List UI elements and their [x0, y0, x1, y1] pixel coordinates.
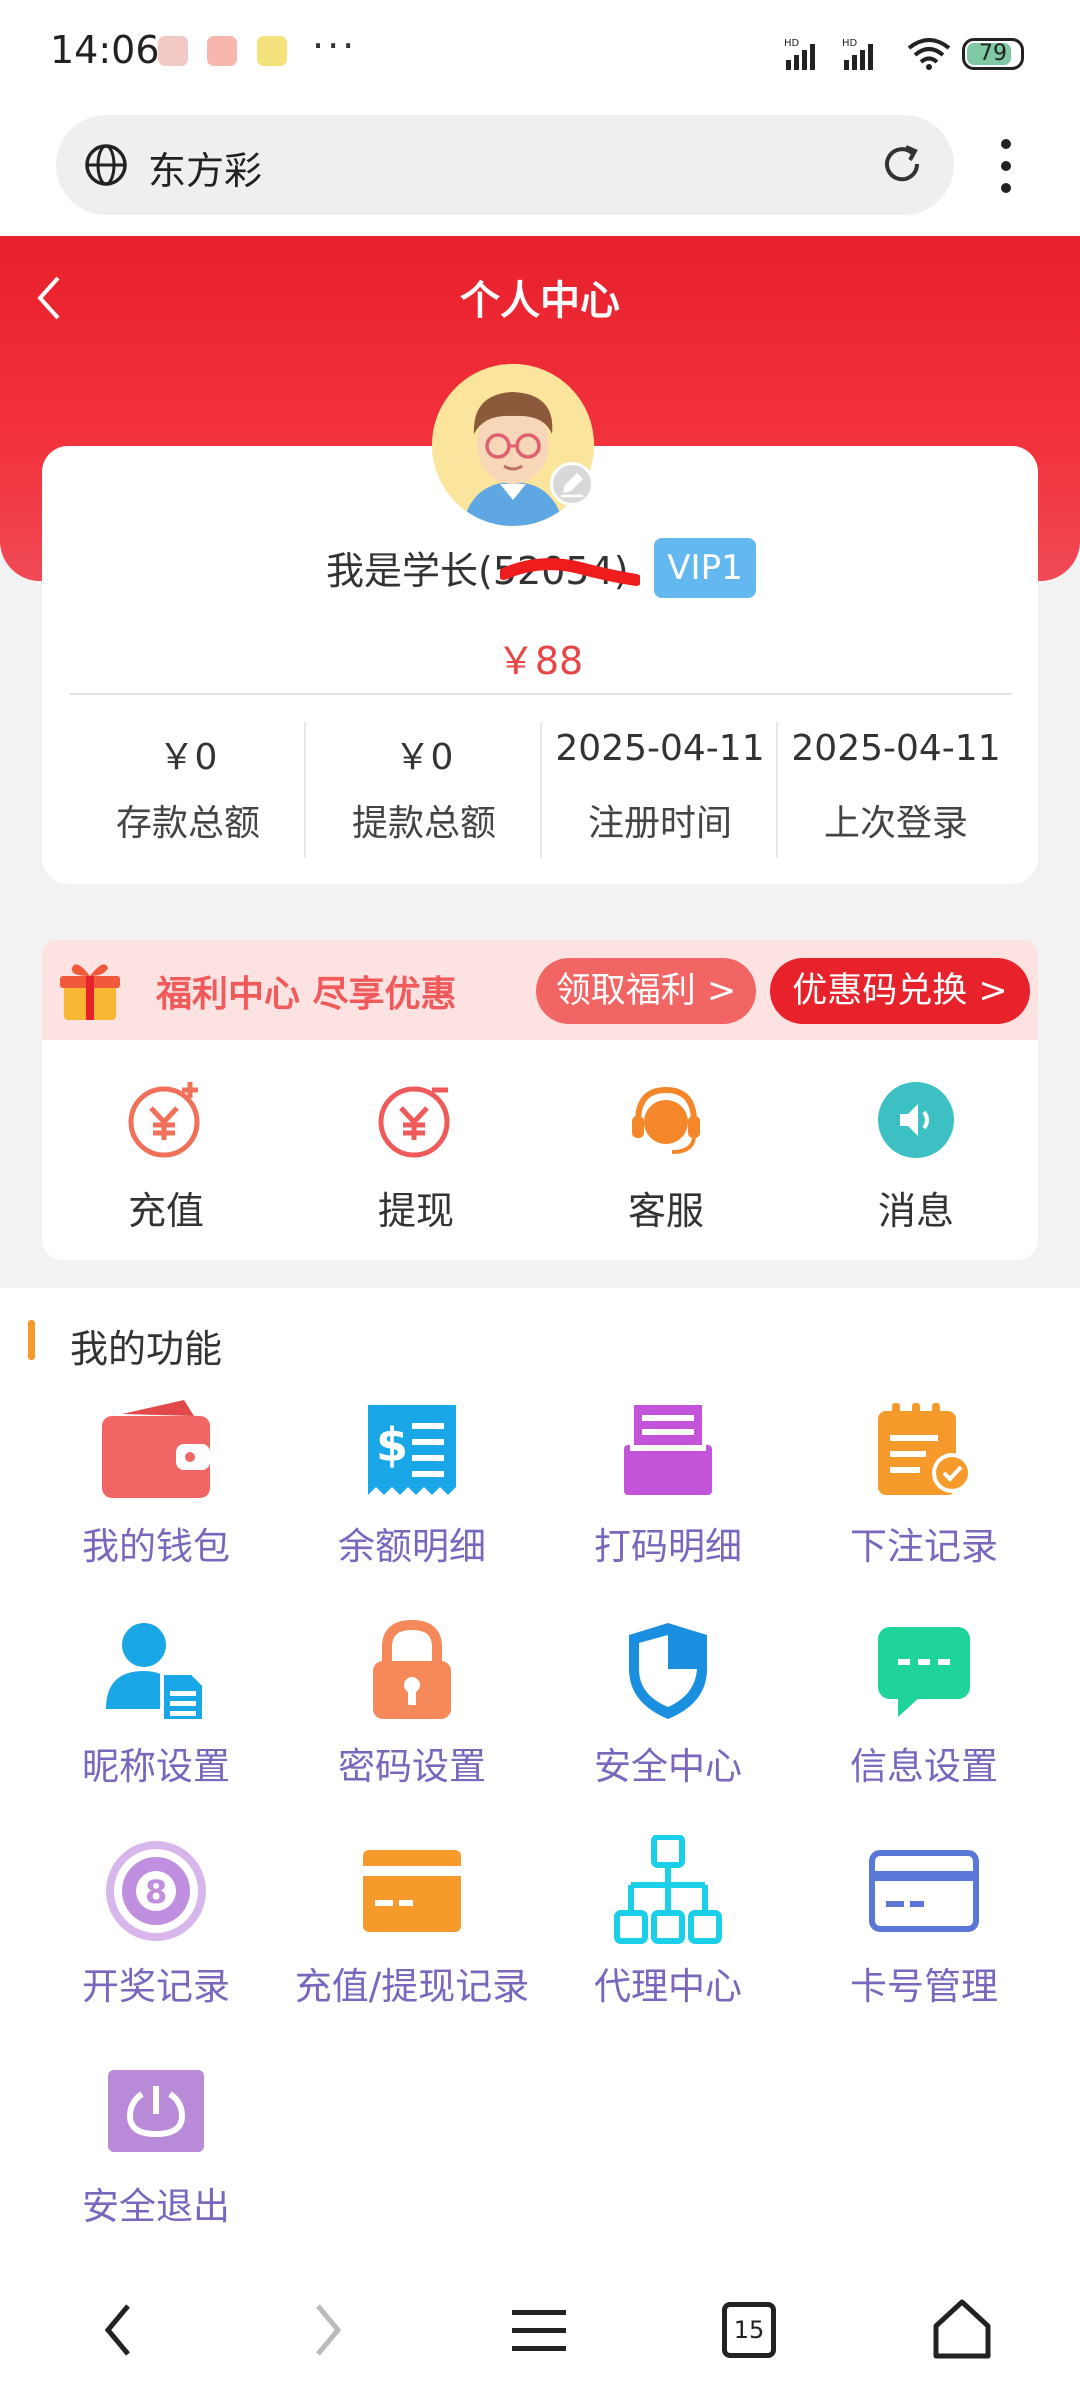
redeem-code-button[interactable]: 优惠码兑换 > — [770, 958, 1030, 1024]
customer-service-button[interactable]: 客服 — [586, 1078, 746, 1235]
more-vert-icon[interactable] — [994, 136, 1018, 196]
divider — [70, 693, 1012, 695]
clipboard-check-icon — [878, 1403, 972, 1495]
customer-service-icon — [632, 1086, 700, 1154]
svg-text:$: $ — [376, 1418, 408, 1472]
receipt-icon: $ — [368, 1405, 456, 1495]
promo-text: 福利中心 尽享优惠 — [156, 974, 457, 1015]
feature-security-center[interactable]: 安全中心 — [548, 1616, 788, 1790]
printer-icon — [624, 1405, 712, 1495]
address-text[interactable]: 东方彩 — [148, 140, 262, 195]
more-notifications: ··· — [312, 24, 358, 68]
feature-info-settings[interactable]: 信息设置 — [804, 1616, 1044, 1790]
feature-nickname[interactable]: 昵称设置 — [36, 1616, 276, 1790]
balance: ￥88 — [496, 639, 584, 683]
home-icon[interactable] — [930, 2298, 994, 2360]
feature-deposit-withdraw-records[interactable]: 充值/提现记录 — [292, 1836, 532, 2010]
svg-text:8: 8 — [145, 1873, 167, 1911]
page-title: 个人中心 — [460, 278, 620, 324]
feature-agent-center[interactable]: 代理中心 — [548, 1835, 788, 2010]
credit-card-icon — [869, 1850, 979, 1932]
section-title: 我的功能 — [70, 1327, 223, 1371]
wallet-icon — [102, 1400, 210, 1498]
messages-button[interactable]: 消息 — [836, 1078, 996, 1235]
notification-icon — [158, 36, 188, 66]
feature-logout[interactable]: 安全退出 — [36, 2056, 276, 2230]
status-bar: 14:06 ··· HD HD 79 — [0, 0, 1080, 108]
feature-balance-detail[interactable]: $ 余额明细 — [292, 1396, 532, 1570]
signal-icon: HD — [784, 38, 815, 70]
deposit-icon — [128, 1082, 200, 1158]
feature-draw-records[interactable]: 8 开奖记录 — [36, 1836, 276, 2010]
deposit-button[interactable]: 充值 — [86, 1078, 246, 1235]
org-chart-icon — [614, 1835, 722, 1944]
reload-icon[interactable] — [879, 141, 925, 187]
menu-icon[interactable] — [512, 2306, 566, 2354]
feature-card-management[interactable]: 卡号管理 — [804, 1836, 1044, 2010]
edit-avatar-icon[interactable] — [550, 462, 594, 506]
svg-text:HD: HD — [842, 38, 858, 49]
withdraw-button[interactable]: 提现 — [336, 1078, 496, 1235]
globe-icon — [85, 144, 127, 186]
user-doc-icon — [106, 1623, 206, 1723]
forward-icon[interactable] — [310, 2302, 346, 2358]
claim-bonus-button[interactable]: 领取福利 > — [536, 958, 756, 1024]
card-icon — [363, 1850, 461, 1932]
back-icon[interactable] — [100, 2302, 136, 2358]
stat-register-time: 2025-04-11 注册时间 — [555, 728, 765, 844]
notification-icon — [257, 36, 287, 66]
redaction-mark — [500, 558, 640, 586]
withdraw-icon — [378, 1086, 450, 1158]
signal-icon: HD — [842, 38, 873, 70]
chat-icon — [878, 1627, 970, 1717]
stat-last-login: 2025-04-11 上次登录 — [791, 728, 1001, 844]
feature-password[interactable]: 密码设置 — [292, 1616, 532, 1790]
shield-icon — [629, 1623, 707, 1719]
status-time: 14:06 — [50, 28, 160, 72]
stat-deposit-total: ￥0 存款总额 — [115, 737, 260, 844]
section-marker — [28, 1320, 35, 1360]
power-icon — [108, 2070, 204, 2152]
gift-icon — [60, 964, 120, 1020]
stat-withdraw-total: ￥0 提款总额 — [351, 737, 496, 844]
speaker-icon — [878, 1082, 954, 1158]
feature-bet-records[interactable]: 下注记录 — [804, 1396, 1044, 1570]
notification-icon — [207, 36, 237, 66]
vip-badge: VIP1 — [654, 538, 756, 598]
ball-8-icon: 8 — [106, 1841, 206, 1941]
feature-bet-code-detail[interactable]: 打码明细 — [548, 1396, 788, 1570]
lock-icon — [373, 1619, 451, 1719]
feature-wallet[interactable]: 我的钱包 — [36, 1396, 276, 1570]
svg-text:HD: HD — [784, 38, 800, 49]
battery-icon: 79 — [962, 38, 1024, 70]
wifi-icon — [907, 38, 951, 70]
tabs-button[interactable]: 15 — [722, 2302, 776, 2358]
